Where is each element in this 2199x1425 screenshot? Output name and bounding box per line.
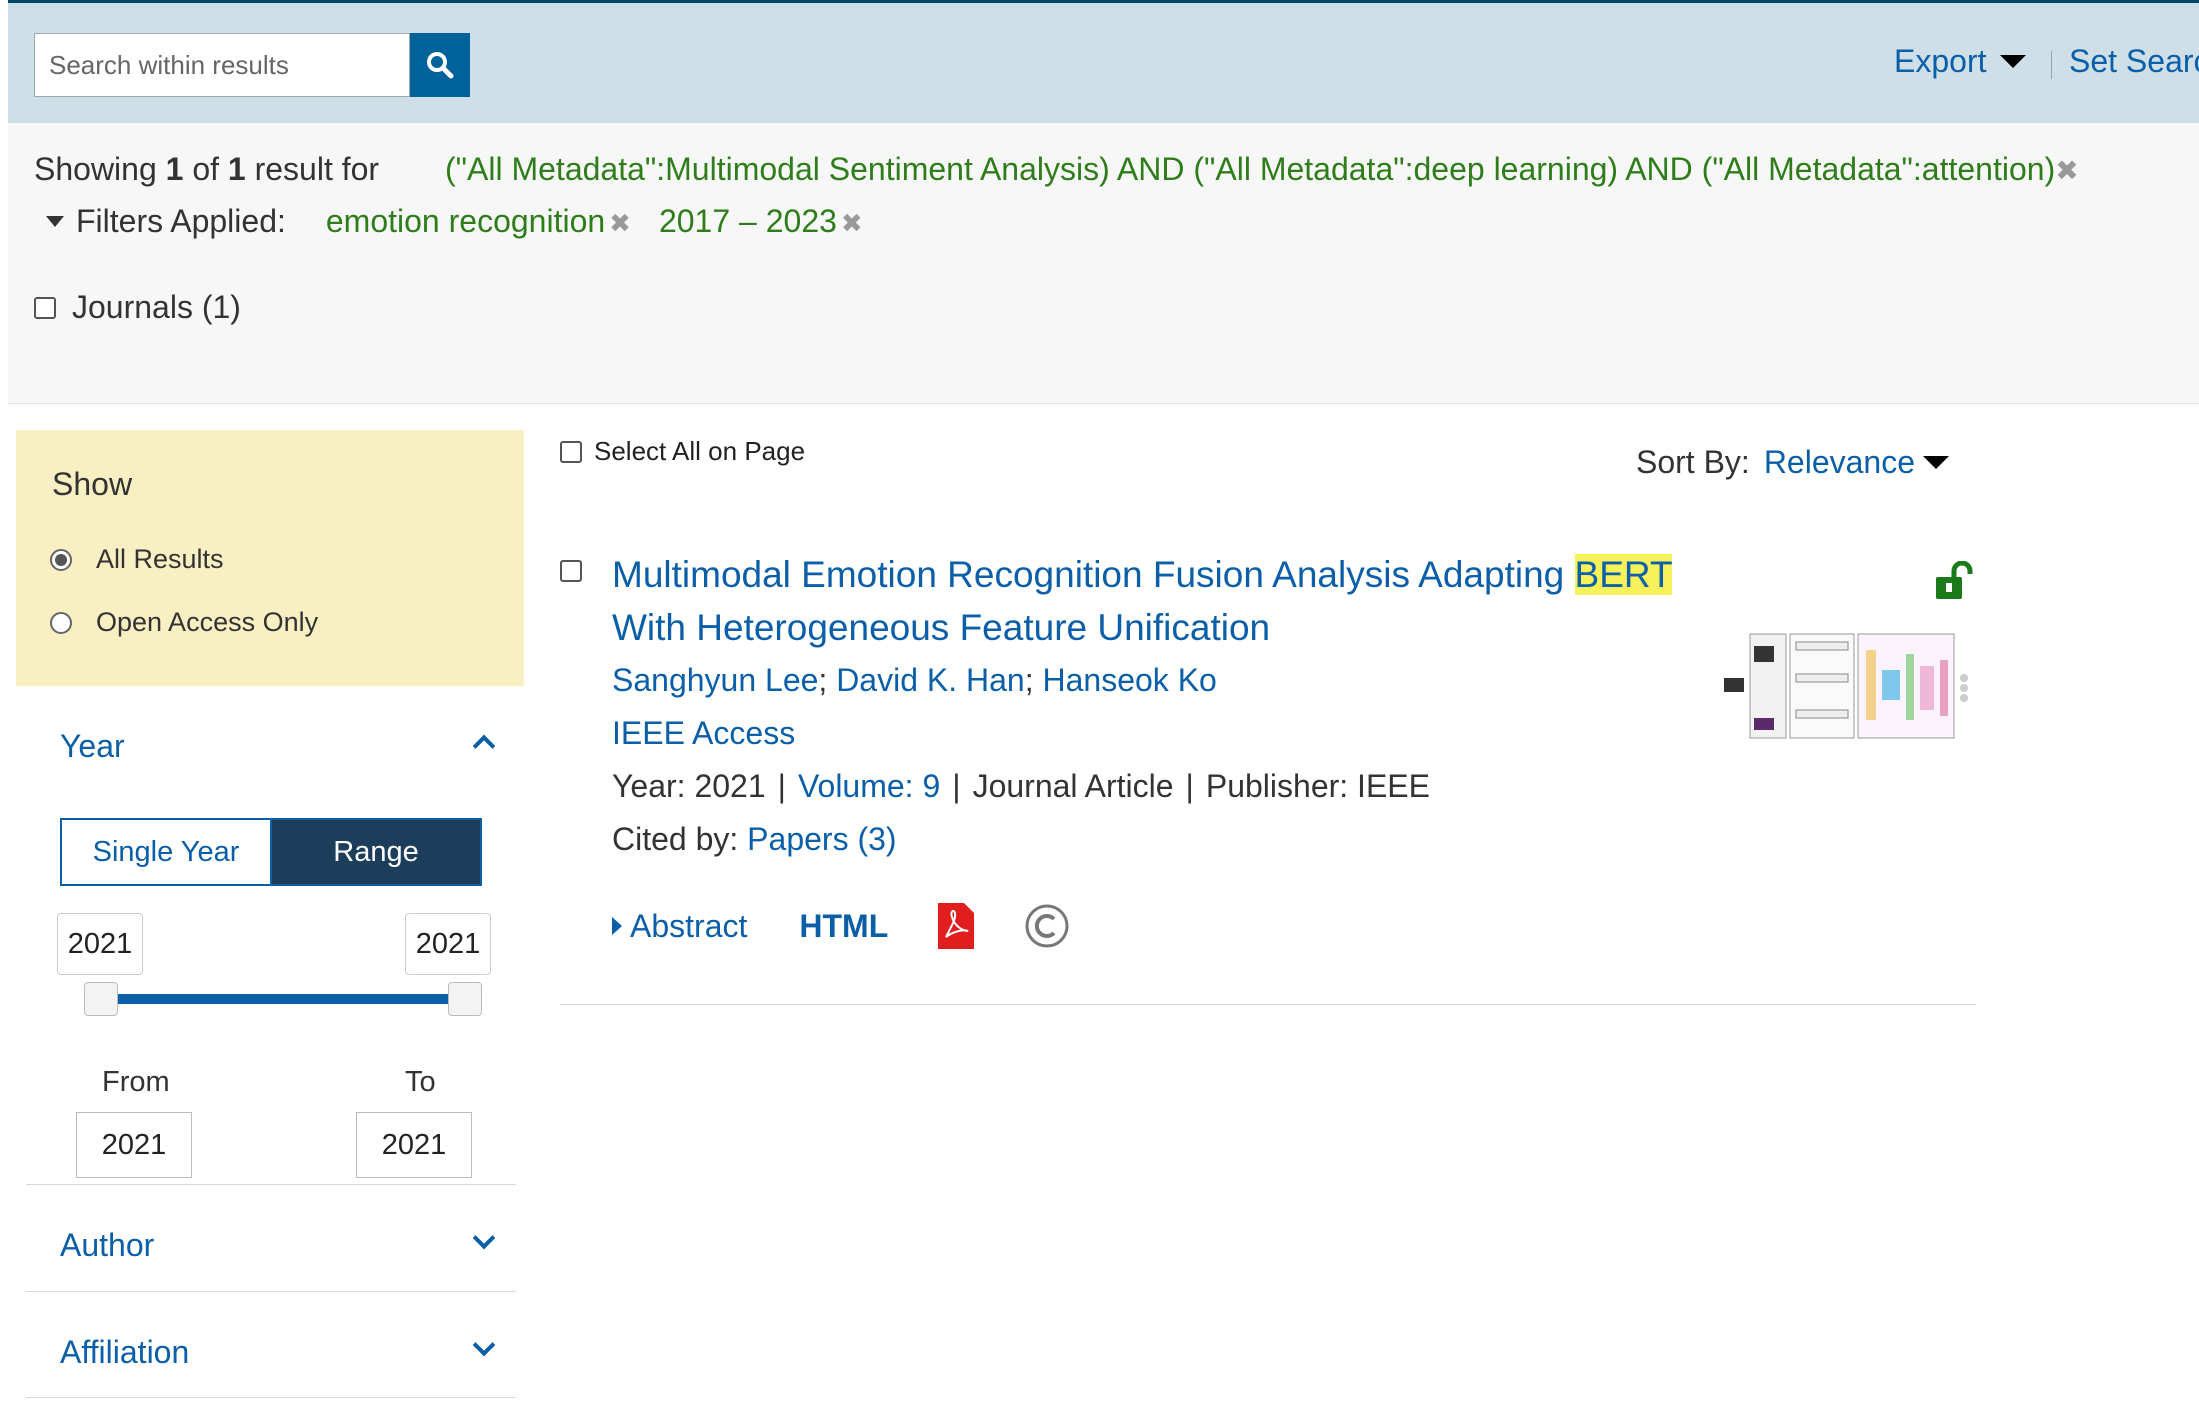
volume-link[interactable]: Volume: 9 bbox=[798, 768, 940, 804]
radio-all-results[interactable]: All Results bbox=[50, 544, 224, 575]
divider bbox=[26, 1184, 516, 1185]
cited-label: Cited by: bbox=[612, 821, 739, 857]
export-button[interactable]: Export bbox=[1894, 43, 2027, 80]
select-all-label: Select All on Page bbox=[594, 436, 806, 466]
divider bbox=[26, 1397, 516, 1398]
year-range-track[interactable] bbox=[100, 994, 466, 1004]
author-facet-title[interactable]: Author bbox=[60, 1227, 154, 1264]
result-for-label: result for bbox=[254, 151, 380, 187]
to-year-input[interactable]: 2021 bbox=[356, 1112, 472, 1178]
result-actions: Abstract HTML bbox=[612, 903, 1070, 949]
show-panel: Show All Results Open Access Only bbox=[16, 430, 524, 686]
affiliation-facet-title[interactable]: Affiliation bbox=[60, 1334, 189, 1371]
journals-label: Journals (1) bbox=[72, 289, 241, 325]
year-label: Year: bbox=[612, 768, 686, 804]
result-checkbox[interactable] bbox=[560, 560, 582, 582]
author-link[interactable]: Sanghyun Lee bbox=[612, 662, 818, 698]
cited-papers-link[interactable]: Papers (3) bbox=[747, 821, 896, 857]
results-summary: Showing 1 of 1 result for ("All Metadata… bbox=[8, 123, 2199, 404]
count-shown: 1 bbox=[165, 151, 184, 187]
of-label: of bbox=[192, 151, 220, 187]
close-icon[interactable]: ✖ bbox=[841, 208, 863, 238]
sort-by: Sort By: Relevance bbox=[1636, 444, 1950, 481]
close-icon[interactable]: ✖ bbox=[609, 208, 631, 238]
journal-link[interactable]: IEEE Access bbox=[612, 715, 795, 752]
showing-text: Showing 1 of 1 result for bbox=[34, 151, 379, 188]
to-label: To bbox=[405, 1066, 436, 1098]
range-min-display: 2021 bbox=[57, 913, 143, 975]
result-authors: Sanghyun Lee; David K. Han; Hanseok Ko bbox=[612, 662, 1217, 698]
showing-prefix: Showing bbox=[34, 151, 157, 187]
search-icon bbox=[427, 52, 454, 79]
radio-button[interactable] bbox=[50, 611, 72, 634]
year-mode-toggle: Single Year Range bbox=[60, 818, 482, 886]
year-facet-title[interactable]: Year bbox=[60, 728, 125, 765]
chevron-down-icon[interactable] bbox=[472, 1333, 496, 1357]
journals-checkbox[interactable] bbox=[34, 296, 56, 319]
query-text: ("All Metadata":Multimodal Sentiment Ana… bbox=[445, 151, 2079, 188]
single-year-tab[interactable]: Single Year bbox=[62, 820, 270, 884]
article-type: Journal Article bbox=[972, 768, 1174, 804]
top-bar: Export Set Searc bbox=[8, 0, 2199, 123]
journals-filter[interactable]: Journals (1) bbox=[34, 289, 241, 326]
range-max-display: 2021 bbox=[405, 913, 491, 975]
caret-down-icon[interactable] bbox=[46, 216, 64, 227]
filter-chip-label: 2017 – 2023 bbox=[658, 203, 837, 239]
pdf-icon[interactable] bbox=[938, 903, 975, 949]
filters-label: Filters Applied: bbox=[76, 203, 286, 239]
sort-dropdown[interactable]: Relevance bbox=[1763, 444, 1950, 481]
title-text[interactable]: Multimodal Emotion Recognition Fusion An… bbox=[612, 554, 1564, 595]
caret-right-icon bbox=[612, 917, 622, 935]
radio-label: All Results bbox=[96, 544, 224, 574]
close-icon[interactable]: ✖ bbox=[2055, 155, 2078, 186]
year-value: 2021 bbox=[694, 768, 766, 804]
result-title[interactable]: Multimodal Emotion Recognition Fusion An… bbox=[612, 548, 1692, 654]
range-tab[interactable]: Range bbox=[270, 820, 480, 884]
radio-label: Open Access Only bbox=[96, 607, 319, 637]
chevron-down-icon[interactable] bbox=[472, 1226, 496, 1250]
select-all-checkbox[interactable] bbox=[560, 440, 582, 463]
from-year-input[interactable]: 2021 bbox=[76, 1112, 192, 1178]
chevron-up-icon[interactable] bbox=[472, 734, 496, 758]
result-divider bbox=[560, 1004, 1976, 1005]
abstract-label: Abstract bbox=[630, 907, 748, 944]
show-title: Show bbox=[52, 466, 133, 502]
sort-label: Sort By: bbox=[1636, 444, 1750, 480]
result-meta: Year: 2021 | Volume: 9 | Journal Article | Pub… bbox=[612, 768, 1430, 804]
search-button[interactable] bbox=[410, 33, 470, 97]
title-text[interactable]: With Heterogeneous Feature Unification bbox=[612, 607, 1270, 648]
cited-by: Cited by: Papers (3) bbox=[612, 821, 897, 858]
html-link[interactable]: HTML bbox=[799, 908, 888, 945]
divider bbox=[2051, 51, 2052, 79]
publisher-value: IEEE bbox=[1357, 768, 1430, 804]
filter-chip: emotion recognition ✖ bbox=[326, 203, 631, 240]
filter-chip-label: emotion recognition bbox=[325, 203, 606, 239]
filters-applied: Filters Applied: emotion recognition ✖ 20… bbox=[46, 203, 891, 240]
title-highlight[interactable]: BERT bbox=[1574, 554, 1672, 595]
author-link[interactable]: David K. Han bbox=[836, 662, 1025, 698]
from-label: From bbox=[102, 1066, 170, 1098]
search-input[interactable] bbox=[34, 33, 410, 97]
count-total: 1 bbox=[227, 151, 246, 187]
caret-down-icon bbox=[1923, 456, 1950, 469]
range-max-handle[interactable] bbox=[448, 982, 482, 1016]
divider bbox=[26, 1291, 516, 1292]
figure-thumbnail[interactable] bbox=[1720, 630, 1980, 748]
unlock-icon bbox=[1936, 561, 1973, 599]
select-all[interactable]: Select All on Page bbox=[560, 436, 805, 467]
radio-button[interactable] bbox=[50, 548, 72, 571]
copyright-icon[interactable] bbox=[1024, 903, 1070, 949]
radio-open-access[interactable]: Open Access Only bbox=[50, 607, 318, 638]
author-link[interactable]: Hanseok Ko bbox=[1043, 662, 1217, 698]
set-search-link[interactable]: Set Searc bbox=[2069, 43, 2199, 80]
caret-down-icon bbox=[2000, 55, 2027, 68]
sort-value: Relevance bbox=[1763, 444, 1916, 480]
publisher-label: Publisher: bbox=[1205, 768, 1349, 804]
abstract-toggle[interactable]: Abstract bbox=[612, 908, 747, 945]
query-string: ("All Metadata":Multimodal Sentiment Ana… bbox=[445, 151, 2056, 187]
range-min-handle[interactable] bbox=[84, 982, 118, 1016]
filter-chip: 2017 – 2023 ✖ bbox=[659, 203, 863, 240]
export-label: Export bbox=[1894, 43, 1987, 79]
